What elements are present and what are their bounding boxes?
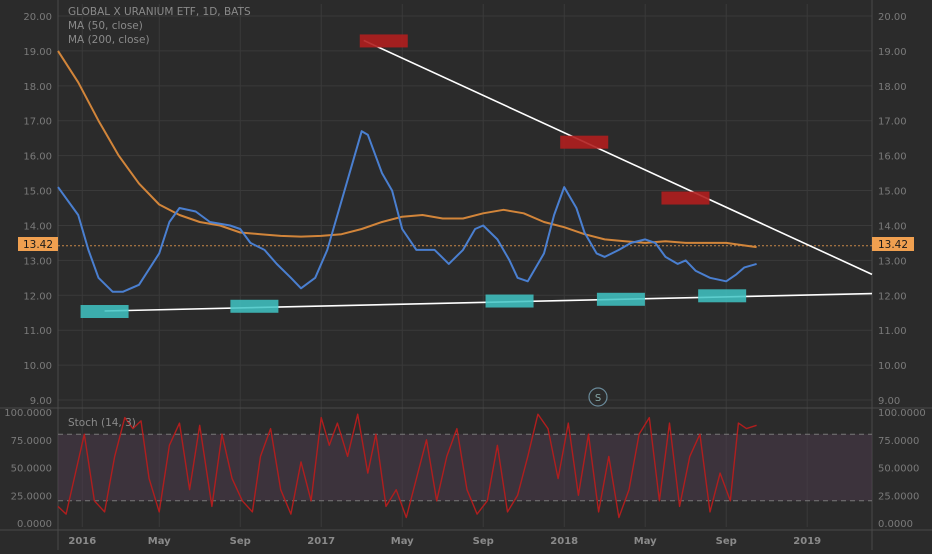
y-tick-label-left: 12.00 <box>23 291 52 302</box>
y-tick-label-right: 16.00 <box>878 152 907 163</box>
last-price-left: 13.42 <box>23 239 53 251</box>
x-tick-label: 2019 <box>793 536 821 547</box>
resistance-box <box>359 34 408 48</box>
stoch-tick-right: 0.0000 <box>878 519 913 530</box>
y-tick-label-right: 19.00 <box>878 47 907 58</box>
x-tick-label: 2016 <box>68 536 96 547</box>
support-box <box>596 292 645 306</box>
legend-ma50: MA (50, close) <box>68 20 143 32</box>
y-tick-label-left: 20.00 <box>23 12 52 23</box>
x-tick-label: Sep <box>230 536 251 547</box>
y-tick-label-left: 17.00 <box>23 117 52 128</box>
last-price-right: 13.42 <box>878 239 908 251</box>
chart-svg: 9.00 9.00 10.00 10.00 11.00 11.00 12.00 12.00 13… <box>0 0 932 550</box>
x-tick-label: May <box>148 536 171 547</box>
y-tick-label-left: 11.00 <box>23 326 52 337</box>
y-tick-label-left: 19.00 <box>23 47 52 58</box>
stoch-tick-right: 50.0000 <box>878 464 919 475</box>
y-tick-label-right: 20.00 <box>878 12 907 23</box>
chart-area: 9.00 9.00 10.00 10.00 11.00 11.00 12.00 12.00 13… <box>0 0 932 550</box>
legend-ma200: MA (200, close) <box>68 34 150 46</box>
stoch-tick-left: 100.0000 <box>4 408 52 419</box>
y-tick-label-left: 16.00 <box>23 152 52 163</box>
support-box <box>485 294 534 308</box>
y-tick-label-right: 14.00 <box>878 221 907 232</box>
s-badge-label: S <box>595 393 601 404</box>
x-tick-label: Sep <box>716 536 737 547</box>
y-tick-label-right: 18.00 <box>878 82 907 93</box>
y-tick-label-left: 13.00 <box>23 256 52 267</box>
legend-symbol: GLOBAL X URANIUM ETF, 1D, BATS <box>68 6 251 18</box>
stoch-tick-left: 50.0000 <box>11 464 52 475</box>
x-tick-label: Sep <box>473 536 494 547</box>
x-tick-label: 2018 <box>550 536 578 547</box>
stoch-overbought-band <box>58 434 872 501</box>
resistance-box <box>661 191 710 205</box>
support-box <box>230 299 279 313</box>
y-tick-label-right: 12.00 <box>878 291 907 302</box>
stoch-tick-right: 75.0000 <box>878 436 919 447</box>
y-tick-label-left: 15.00 <box>23 187 52 198</box>
y-tick-label-right: 17.00 <box>878 117 907 128</box>
x-tick-label: May <box>391 536 414 547</box>
y-tick-label-right: 10.00 <box>878 361 907 372</box>
support-box <box>80 305 129 319</box>
y-tick-label-left: 14.00 <box>23 221 52 232</box>
x-tick-label: 2017 <box>307 536 335 547</box>
stoch-tick-left: 0.0000 <box>17 519 52 530</box>
y-tick-label-right: 15.00 <box>878 187 907 198</box>
stoch-tick-left: 75.0000 <box>11 436 52 447</box>
y-tick-label-right: 9.00 <box>878 396 900 407</box>
y-tick-label-right: 11.00 <box>878 326 907 337</box>
stoch-band <box>58 433 872 502</box>
x-tick-label: May <box>634 536 657 547</box>
stoch-tick-right: 100.0000 <box>878 408 926 419</box>
y-tick-label-left: 18.00 <box>23 82 52 93</box>
y-tick-label-right: 13.00 <box>878 256 907 267</box>
resistance-box <box>560 135 609 149</box>
support-box <box>698 289 747 303</box>
stoch-tick-left: 25.0000 <box>11 491 52 502</box>
y-tick-label-left: 9.00 <box>30 396 52 407</box>
stoch-tick-right: 25.0000 <box>878 491 919 502</box>
y-tick-label-left: 10.00 <box>23 361 52 372</box>
stoch-legend: Stoch (14, 3) <box>68 417 136 429</box>
